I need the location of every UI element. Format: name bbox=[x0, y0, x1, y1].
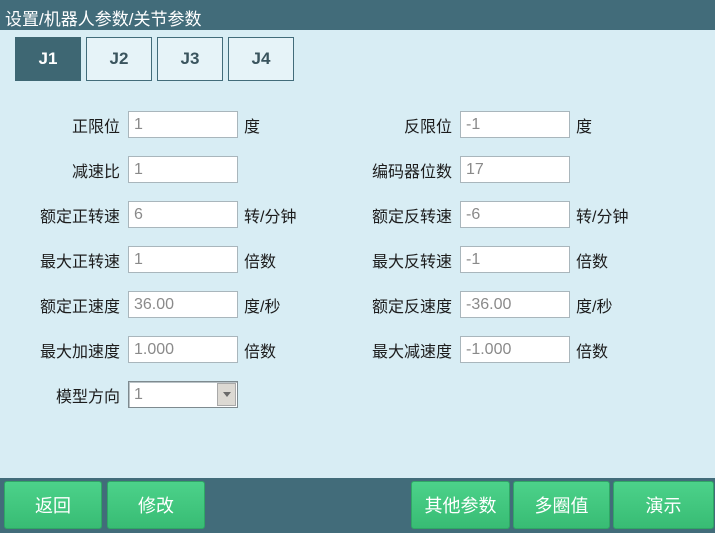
joint-parameters-screen: 设置/机器人参数/关节参数 J1 J2 J3 J4 正限位 度 减速比 额定正转… bbox=[0, 0, 715, 533]
form-row: 模型方向 1 bbox=[20, 372, 296, 417]
field-label: 额定反速度 bbox=[352, 293, 460, 317]
form-row: 最大反转速 倍数 bbox=[352, 237, 628, 282]
max-forward-speed-input[interactable] bbox=[128, 246, 238, 273]
form-row: 正限位 度 bbox=[20, 102, 296, 147]
positive-limit-input[interactable] bbox=[128, 111, 238, 138]
back-button[interactable]: 返回 bbox=[4, 481, 102, 529]
multiturn-button[interactable]: 多圈值 bbox=[513, 481, 610, 529]
form-row: 最大减速度 倍数 bbox=[352, 327, 628, 372]
max-reverse-speed-input[interactable] bbox=[460, 246, 570, 273]
footer-bar: 返回 修改 其他参数 多圈值 演示 bbox=[0, 478, 715, 533]
field-label: 最大减速度 bbox=[352, 338, 460, 362]
rated-forward-speed-input[interactable] bbox=[128, 201, 238, 228]
field-unit: 倍数 bbox=[244, 338, 276, 362]
form-row: 额定反速度 度/秒 bbox=[352, 282, 628, 327]
field-unit: 倍数 bbox=[576, 338, 608, 362]
field-label: 最大反转速 bbox=[352, 248, 460, 272]
joint-tabs: J1 J2 J3 J4 bbox=[15, 37, 294, 81]
field-unit: 度/秒 bbox=[576, 293, 612, 317]
form-row: 编码器位数 bbox=[352, 147, 628, 192]
field-unit: 度 bbox=[576, 113, 592, 137]
field-unit: 转/分钟 bbox=[576, 203, 628, 227]
rated-reverse-velocity-input[interactable] bbox=[460, 291, 570, 318]
field-unit: 倍数 bbox=[576, 248, 608, 272]
field-unit: 倍数 bbox=[244, 248, 276, 272]
form-row: 减速比 bbox=[20, 147, 296, 192]
tab-j1[interactable]: J1 bbox=[15, 37, 81, 81]
chevron-down-icon bbox=[217, 383, 236, 406]
rated-reverse-speed-input[interactable] bbox=[460, 201, 570, 228]
negative-limit-input[interactable] bbox=[460, 111, 570, 138]
tab-j3[interactable]: J3 bbox=[157, 37, 223, 81]
reduction-ratio-input[interactable] bbox=[128, 156, 238, 183]
max-deceleration-input[interactable] bbox=[460, 336, 570, 363]
demo-button[interactable]: 演示 bbox=[613, 481, 714, 529]
form-row: 额定正速度 度/秒 bbox=[20, 282, 296, 327]
field-label: 模型方向 bbox=[20, 383, 128, 407]
field-label: 编码器位数 bbox=[352, 158, 460, 182]
field-label: 最大正转速 bbox=[20, 248, 128, 272]
form-row: 额定正转速 转/分钟 bbox=[20, 192, 296, 237]
form-right-column: 反限位 度 编码器位数 额定反转速 转/分钟 最大反转速 倍数 额定反速度 度/… bbox=[352, 102, 628, 372]
field-label: 减速比 bbox=[20, 158, 128, 182]
encoder-bits-input[interactable] bbox=[460, 156, 570, 183]
form-row: 额定反转速 转/分钟 bbox=[352, 192, 628, 237]
form-left-column: 正限位 度 减速比 额定正转速 转/分钟 最大正转速 倍数 额定正速度 度/秒 … bbox=[20, 102, 296, 417]
field-unit: 度/秒 bbox=[244, 293, 280, 317]
field-label: 正限位 bbox=[20, 113, 128, 137]
field-label: 反限位 bbox=[352, 113, 460, 137]
other-params-button[interactable]: 其他参数 bbox=[411, 481, 510, 529]
model-direction-select[interactable]: 1 bbox=[128, 381, 238, 408]
model-direction-value: 1 bbox=[129, 386, 217, 404]
field-label: 额定反转速 bbox=[352, 203, 460, 227]
modify-button[interactable]: 修改 bbox=[107, 481, 205, 529]
field-label: 最大加速度 bbox=[20, 338, 128, 362]
rated-forward-velocity-input[interactable] bbox=[128, 291, 238, 318]
tab-j2[interactable]: J2 bbox=[86, 37, 152, 81]
field-label: 额定正速度 bbox=[20, 293, 128, 317]
max-acceleration-input[interactable] bbox=[128, 336, 238, 363]
field-unit: 度 bbox=[244, 113, 260, 137]
tab-j4[interactable]: J4 bbox=[228, 37, 294, 81]
field-label: 额定正转速 bbox=[20, 203, 128, 227]
form-row: 最大正转速 倍数 bbox=[20, 237, 296, 282]
form-row: 最大加速度 倍数 bbox=[20, 327, 296, 372]
field-unit: 转/分钟 bbox=[244, 203, 296, 227]
form-row: 反限位 度 bbox=[352, 102, 628, 147]
breadcrumb: 设置/机器人参数/关节参数 bbox=[0, 0, 715, 30]
